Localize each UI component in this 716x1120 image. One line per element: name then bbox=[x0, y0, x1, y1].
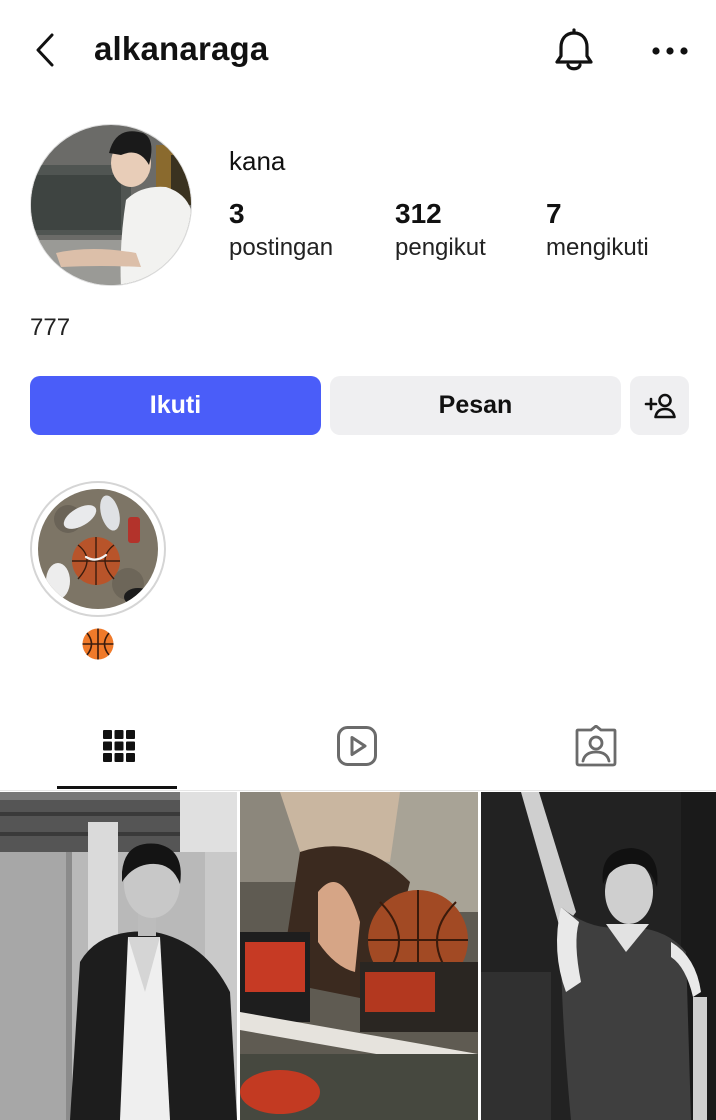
following-count: 7 bbox=[546, 198, 562, 229]
tab-posts-grid[interactable] bbox=[0, 700, 238, 792]
tab-tagged[interactable] bbox=[477, 700, 715, 792]
tabs-divider bbox=[0, 790, 716, 791]
avatar-photo bbox=[31, 125, 191, 285]
posts-label: postingan bbox=[229, 234, 334, 261]
more-horizontal-icon bbox=[652, 47, 688, 55]
highlight-title bbox=[80, 626, 116, 662]
tagged-icon bbox=[575, 725, 617, 767]
add-person-icon bbox=[644, 393, 676, 418]
stat-followers[interactable]: 312 pengikut bbox=[395, 198, 486, 262]
reels-icon bbox=[337, 726, 377, 766]
basketball-emoji bbox=[82, 628, 114, 660]
posts-count: 3 bbox=[229, 198, 245, 229]
profile-tabs bbox=[0, 700, 716, 792]
back-button[interactable] bbox=[30, 30, 62, 70]
profile-header: alkanaraga bbox=[0, 0, 716, 100]
post-thumbnail[interactable] bbox=[0, 792, 237, 1120]
post-thumbnail[interactable] bbox=[240, 792, 478, 1120]
seated-player-with-basketball-photo bbox=[240, 792, 478, 1120]
post-thumbnail[interactable] bbox=[481, 792, 716, 1120]
followers-count: 312 bbox=[395, 198, 442, 229]
header-username: alkanaraga bbox=[94, 30, 269, 67]
stat-posts[interactable]: 3 postingan bbox=[229, 198, 333, 262]
active-tab-indicator bbox=[57, 786, 177, 789]
player-in-jersey-waving-photo bbox=[481, 792, 716, 1120]
followers-label: pengikut bbox=[395, 234, 486, 261]
suggest-accounts-button[interactable] bbox=[630, 376, 689, 435]
notifications-button[interactable] bbox=[552, 28, 596, 74]
message-button[interactable]: Pesan bbox=[330, 376, 621, 435]
grid-icon bbox=[103, 730, 135, 762]
chevron-left-icon bbox=[36, 33, 54, 67]
display-name: kana bbox=[229, 146, 286, 176]
bell-icon bbox=[555, 28, 593, 71]
man-in-black-blazer-photo bbox=[0, 792, 237, 1120]
stat-following[interactable]: 7 mengikuti bbox=[546, 198, 649, 262]
highlight-cover[interactable] bbox=[38, 489, 158, 609]
profile-avatar[interactable] bbox=[30, 124, 192, 286]
profile-bio: 777 bbox=[30, 314, 71, 341]
follow-button[interactable]: Ikuti bbox=[30, 376, 321, 435]
basketball-and-sneakers-photo bbox=[38, 489, 158, 609]
following-label: mengikuti bbox=[546, 234, 649, 261]
tab-reels[interactable] bbox=[238, 700, 476, 792]
more-options-button[interactable] bbox=[648, 36, 692, 66]
